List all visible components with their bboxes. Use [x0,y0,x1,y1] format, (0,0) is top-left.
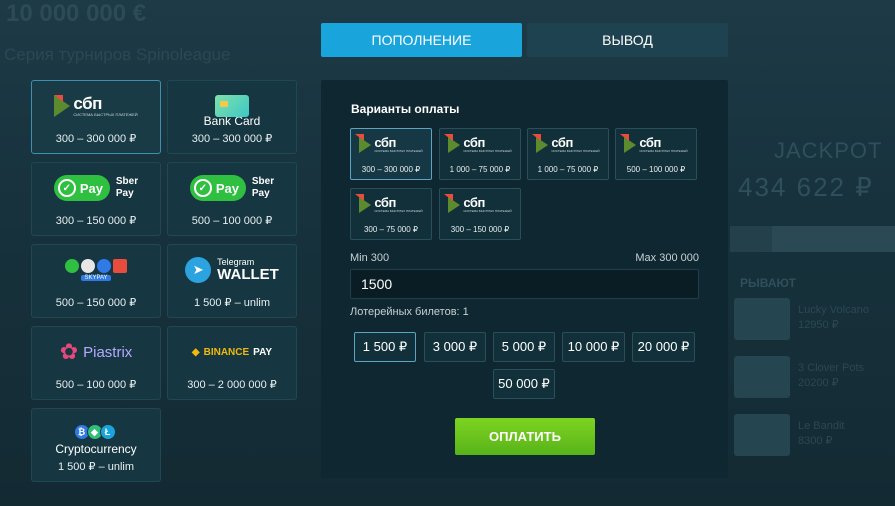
method-sber-pay-alt[interactable]: ✓ Pay Sber Pay 500 – 100 000 ₽ [167,162,297,236]
max-amount-label: Max 300 000 [635,252,699,264]
quick-amount-button[interactable]: 10 000 ₽ [562,332,625,362]
method-sbp[interactable]: сбп СИСТЕМА БЫСТРЫХ ПЛАТЕЖЕЙ 300 – 300 00… [31,80,161,154]
method-range: 500 – 100 000 ₽ [191,215,273,227]
tab-deposit[interactable]: ПОПОЛНЕНИЕ [321,23,522,57]
quick-amount-button[interactable]: 50 000 ₽ [493,369,555,399]
sbp-logo-icon: сбп СИСТЕМА БЫСТРЫХ ПЛАТЕЖЕЙ [351,133,431,153]
method-range: 300 – 2 000 000 ₽ [187,379,277,391]
sbp-logo-icon: сбп СИСТЕМА БЫСТРЫХ ПЛАТЕЖЕЙ [528,133,608,153]
background-game-thumb [734,298,790,340]
background-win-item: Lucky Volcano 12950 ₽ [798,304,869,331]
payment-option[interactable]: сбп СИСТЕМА БЫСТРЫХ ПЛАТЕЖЕЙ 300 – 300 00… [350,128,432,180]
method-cryptocurrency[interactable]: ₿ ◆ Ł Cryptocurrency 1 500 ₽ – unlim [31,408,161,482]
payment-panel: Варианты оплаты сбп СИСТЕМА БЫСТРЫХ ПЛАТЕ… [321,80,728,478]
tab-withdraw[interactable]: ВЫВОД [527,23,728,57]
method-skypay[interactable]: SKYPAY 500 – 150 000 ₽ [31,244,161,318]
method-range: 300 – 300 000 ₽ [55,133,137,145]
option-range: 500 – 100 000 ₽ [626,165,686,174]
option-range: 1 000 – 75 000 ₽ [449,165,511,174]
quick-amount-button[interactable]: 1 500 ₽ [354,332,416,362]
payment-option[interactable]: сбп СИСТЕМА БЫСТРЫХ ПЛАТЕЖЕЙ 1 000 – 75 0… [527,128,609,180]
background-game-thumb [734,356,790,398]
sbp-logo-icon: сбп СИСТЕМА БЫСТРЫХ ПЛАТЕЖЕЙ [440,133,520,153]
binance-pay-logo-icon: ◆ BINANCE PAY [191,346,273,358]
sbp-logo-icon: сбп СИСТЕМА БЫСТРЫХ ПЛАТЕЖЕЙ [616,133,696,153]
option-range: 300 – 75 000 ₽ [363,225,419,234]
method-range: 300 – 300 000 ₽ [191,133,273,145]
background-tab-bar-active [772,226,895,252]
sber-pay-logo-icon: ✓ Pay Sber Pay [168,171,296,205]
crypto-coins-icon: ₿ ◆ Ł [32,415,160,449]
background-wins-heading: РЫВАЮТ [740,276,796,290]
payment-options-title: Варианты оплаты [351,102,460,116]
option-range: 300 – 150 000 ₽ [450,225,510,234]
min-amount-label: Min 300 [350,252,390,264]
background-tournament-title: Серия турниров Spinoleague [4,45,231,64]
quick-amount-button[interactable]: 3 000 ₽ [424,332,486,362]
telegram-wallet-logo-icon: ➤ Telegram WALLET [168,253,296,287]
option-range: 1 000 – 75 000 ₽ [537,165,599,174]
amount-input[interactable]: 1500 [350,269,699,299]
method-range: 500 – 100 000 ₽ [55,379,137,391]
payment-option[interactable]: сбп СИСТЕМА БЫСТРЫХ ПЛАТЕЖЕЙ 300 – 150 00… [439,188,521,240]
lottery-tickets-label: Лотерейных билетов: 1 [350,306,469,318]
skypay-banks-icon: SKYPAY [32,253,160,287]
bank-card-icon [168,89,296,123]
background-prize-amount: 10 000 000 € [6,0,147,27]
method-range: 300 – 150 000 ₽ [55,215,137,227]
method-range: 1 500 ₽ – unlim [57,461,135,473]
background-jackpot-label: JACKPOT [774,138,883,163]
option-range: 300 – 300 000 ₽ [361,165,421,174]
background-win-item: 3 Clover Pots 20200 ₽ [798,362,865,389]
method-telegram-wallet[interactable]: ➤ Telegram WALLET 1 500 ₽ – unlim [167,244,297,318]
method-sber-pay[interactable]: ✓ Pay Sber Pay 300 – 150 000 ₽ [31,162,161,236]
background-jackpot-amount: 434 622 ₽ [738,172,874,202]
method-range: 500 – 150 000 ₽ [55,297,137,309]
method-binance-pay[interactable]: ◆ BINANCE PAY 300 – 2 000 000 ₽ [167,326,297,400]
background-game-thumb [734,414,790,456]
quick-amount-button[interactable]: 5 000 ₽ [493,332,555,362]
quick-amount-button[interactable]: 20 000 ₽ [632,332,695,362]
sbp-logo-icon: сбп СИСТЕМА БЫСТРЫХ ПЛАТЕЖЕЙ [351,193,431,213]
payment-option[interactable]: сбп СИСТЕМА БЫСТРЫХ ПЛАТЕЖЕЙ 300 – 75 000… [350,188,432,240]
sbp-logo-icon: сбп СИСТЕМА БЫСТРЫХ ПЛАТЕЖЕЙ [32,89,160,123]
method-range: 1 500 ₽ – unlim [193,297,271,309]
sber-pay-logo-icon: ✓ Pay Sber Pay [32,171,160,205]
payment-option[interactable]: сбп СИСТЕМА БЫСТРЫХ ПЛАТЕЖЕЙ 1 000 – 75 0… [439,128,521,180]
pay-button[interactable]: ОПЛАТИТЬ [455,418,595,455]
method-piastrix[interactable]: ✿ Piastrix 500 – 100 000 ₽ [31,326,161,400]
sbp-logo-icon: сбп СИСТЕМА БЫСТРЫХ ПЛАТЕЖЕЙ [440,193,520,213]
payment-option[interactable]: сбп СИСТЕМА БЫСТРЫХ ПЛАТЕЖЕЙ 500 – 100 00… [615,128,697,180]
piastrix-logo-icon: ✿ Piastrix [59,339,133,364]
background-win-item: Le Bandit 8300 ₽ [798,420,845,447]
method-bank-card[interactable]: Bank Card 300 – 300 000 ₽ [167,80,297,154]
